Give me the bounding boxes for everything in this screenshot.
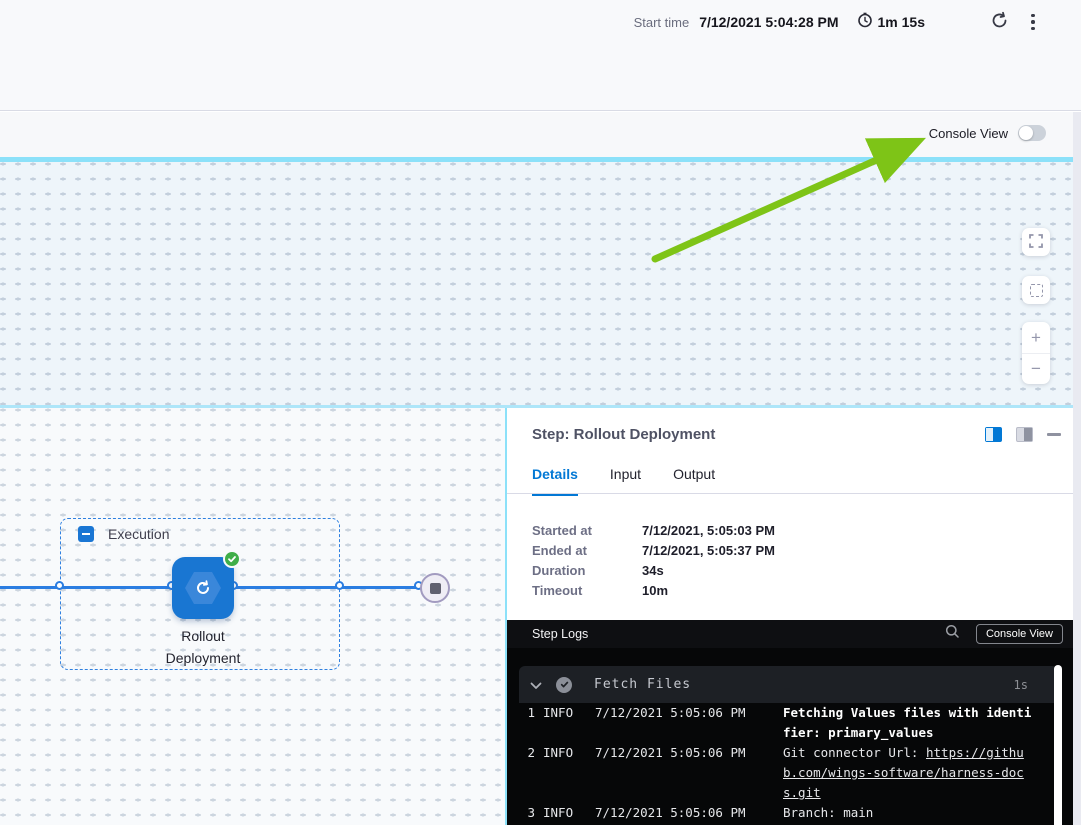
console-view-control: Console View <box>929 125 1046 141</box>
execution-group-header: Execution <box>78 526 169 542</box>
field-value: 7/12/2021, 5:05:37 PM <box>642 543 775 558</box>
elapsed-value: 1m 15s <box>878 14 925 30</box>
clock-icon <box>857 12 873 33</box>
log-level: INFO <box>543 803 581 823</box>
chevron-down-icon <box>530 675 542 694</box>
start-time-value: 7/12/2021 5:04:28 PM <box>699 14 838 30</box>
execution-group-label: Execution <box>108 526 169 542</box>
console-view-label: Console View <box>929 126 1008 141</box>
log-timestamp: 7/12/2021 5:05:06 PM <box>595 803 747 823</box>
canvas-controls: + − <box>1022 228 1050 384</box>
split-view-bottom-icon[interactable] <box>1016 427 1033 442</box>
fullscreen-icon <box>1029 234 1043 251</box>
connector-dot <box>55 581 64 590</box>
log-row: 1 INFO 7/12/2021 5:05:06 PM Fetching Val… <box>519 703 1058 743</box>
log-message: Git connector Url: https://github.com/wi… <box>783 743 1033 803</box>
view-options-bar: Console View <box>0 112 1081 157</box>
field-value: 34s <box>642 563 664 578</box>
pipeline-execution-page: Start time 7/12/2021 5:04:28 PM 1m 15s C… <box>0 0 1081 825</box>
field-label: Ended at <box>532 543 642 558</box>
start-time-label: Start time <box>634 15 690 30</box>
header-meta: Start time 7/12/2021 5:04:28 PM 1m 15s <box>634 10 1045 34</box>
zoom-controls: + − <box>1022 322 1050 384</box>
log-lines: 1 INFO 7/12/2021 5:05:06 PM Fetching Val… <box>519 703 1058 823</box>
page-scrollbar[interactable] <box>1073 112 1081 825</box>
field-ended-at: Ended at 7/12/2021, 5:05:37 PM <box>532 540 775 560</box>
log-group-fetch-files[interactable]: Fetch Files 1s <box>519 666 1058 703</box>
rollout-icon <box>185 572 221 604</box>
log-row: 2 INFO 7/12/2021 5:05:06 PM Git connecto… <box>519 743 1058 803</box>
log-timestamp: 7/12/2021 5:05:06 PM <box>595 703 747 723</box>
log-message: Fetching Values files with identifier: p… <box>783 703 1033 743</box>
success-check-icon <box>223 550 241 568</box>
tab-output[interactable]: Output <box>673 466 715 496</box>
group-success-icon <box>556 677 572 693</box>
rollout-deployment-node[interactable] <box>172 557 234 619</box>
stage-graph-canvas[interactable] <box>0 162 1081 405</box>
panel-actions <box>985 427 1061 442</box>
field-label: Duration <box>532 563 642 578</box>
log-level: INFO <box>543 743 581 763</box>
log-group-name: Fetch Files <box>594 677 691 692</box>
step-logs-title: Step Logs <box>532 627 588 641</box>
collapse-group-icon[interactable] <box>78 526 94 542</box>
field-label: Started at <box>532 523 642 538</box>
log-message: Branch: main <box>783 803 1033 823</box>
log-message-text: Git connector Url: <box>783 745 926 760</box>
node-caption-line1: Rollout <box>123 625 283 647</box>
logs-console-view-button[interactable]: Console View <box>976 624 1063 644</box>
console-view-toggle[interactable] <box>1018 125 1046 141</box>
zoom-in-button[interactable]: + <box>1022 322 1050 353</box>
stop-icon <box>430 583 441 594</box>
more-options-button[interactable] <box>1021 10 1045 34</box>
field-started-at: Started at 7/12/2021, 5:05:03 PM <box>532 520 775 540</box>
toggle-knob <box>1019 126 1033 140</box>
node-caption: Rollout Deployment <box>123 625 283 669</box>
panel-header: Step: Rollout Deployment <box>532 426 1061 443</box>
field-duration: Duration 34s <box>532 560 775 580</box>
pipeline-end-node[interactable] <box>420 573 450 603</box>
elapsed-time: 1m 15s <box>857 12 925 33</box>
field-label: Timeout <box>532 583 642 598</box>
log-timestamp: 7/12/2021 5:05:06 PM <box>595 743 747 763</box>
fit-to-screen-icon <box>1030 284 1043 297</box>
tab-input[interactable]: Input <box>610 466 641 496</box>
refresh-icon <box>990 11 1009 33</box>
logs-viewer[interactable]: Fetch Files 1s 1 INFO 7/12/2021 5:05:06 … <box>507 648 1081 825</box>
log-line-number: 3 <box>519 803 535 823</box>
panel-title: Step: Rollout Deployment <box>532 426 715 443</box>
fullscreen-button[interactable] <box>1022 228 1050 256</box>
refresh-button[interactable] <box>987 10 1011 34</box>
logs-actions: Console View <box>945 624 1063 644</box>
log-row: 3 INFO 7/12/2021 5:05:06 PM Branch: main <box>519 803 1058 823</box>
connector-dot <box>335 581 344 590</box>
step-details-panel: Step: Rollout Deployment Details Input O… <box>505 408 1081 825</box>
field-timeout: Timeout 10m <box>532 580 775 600</box>
tab-details[interactable]: Details <box>532 466 578 496</box>
step-detail-fields: Started at 7/12/2021, 5:05:03 PM Ended a… <box>532 520 775 600</box>
execution-header: Start time 7/12/2021 5:04:28 PM 1m 15s <box>0 0 1081 111</box>
log-line-number: 2 <box>519 743 535 763</box>
fit-to-screen-button[interactable] <box>1022 276 1050 304</box>
log-level: INFO <box>543 703 581 723</box>
field-value: 10m <box>642 583 668 598</box>
logs-scrollbar-thumb[interactable] <box>1054 665 1062 825</box>
zoom-out-button[interactable]: − <box>1022 354 1050 385</box>
search-icon[interactable] <box>945 624 960 644</box>
log-line-number: 1 <box>519 703 535 723</box>
split-view-right-icon[interactable] <box>985 427 1002 442</box>
minimize-panel-button[interactable] <box>1047 433 1061 436</box>
kebab-menu-icon <box>1031 14 1035 31</box>
log-group-duration: 1s <box>1014 678 1028 692</box>
field-value: 7/12/2021, 5:05:03 PM <box>642 523 775 538</box>
panel-tabs: Details Input Output <box>532 466 715 496</box>
tabs-divider <box>507 493 1081 494</box>
node-caption-line2: Deployment <box>123 647 283 669</box>
step-logs-header: Step Logs Console View <box>507 620 1081 648</box>
